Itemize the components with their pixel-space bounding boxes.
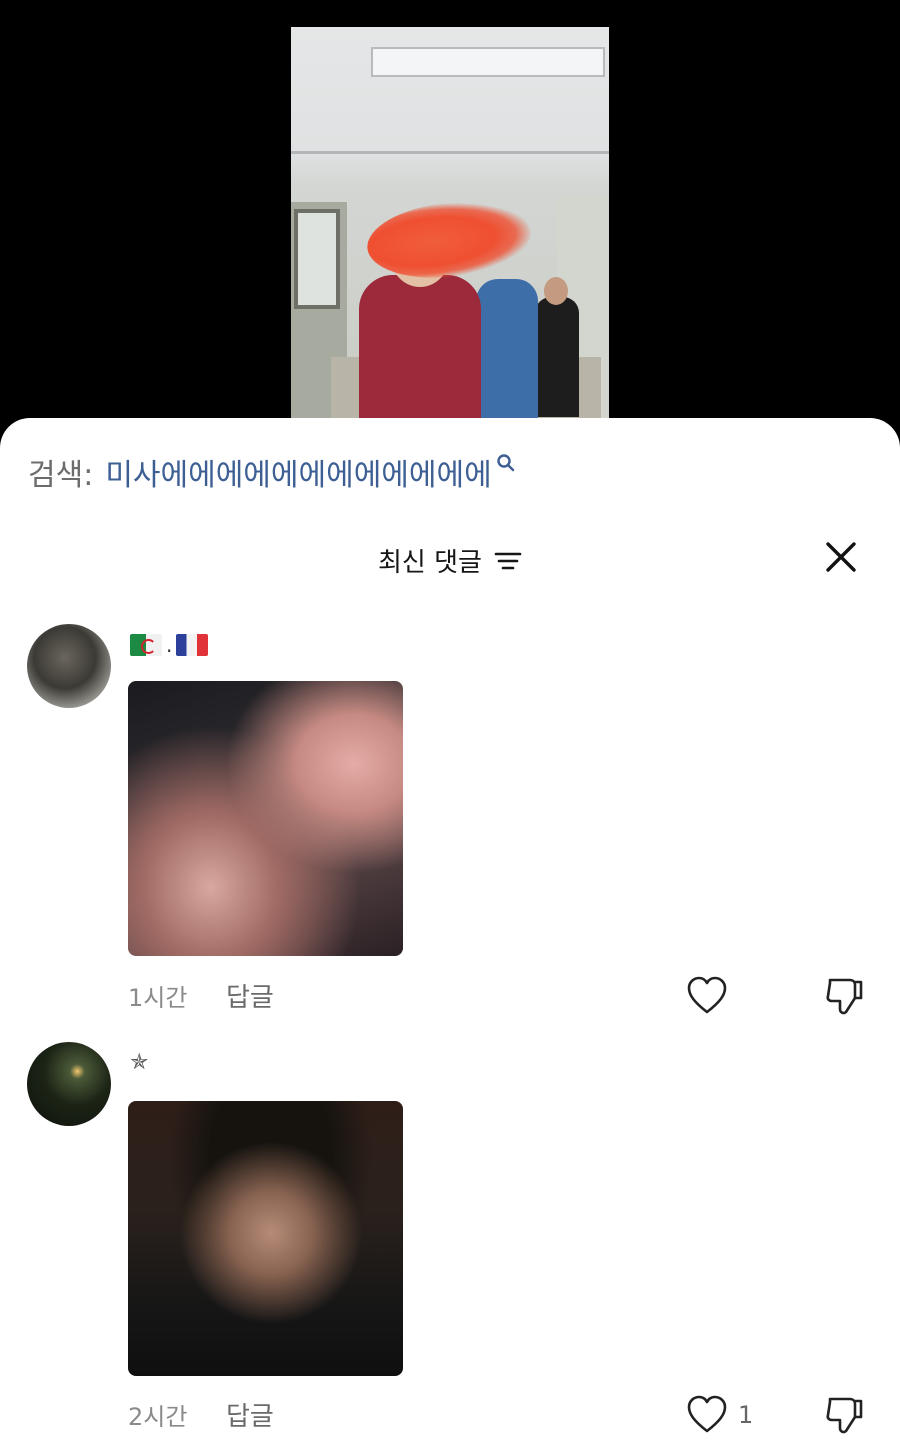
sheet-header: 최신 댓글: [0, 536, 900, 588]
heart-icon: [687, 1395, 727, 1433]
thumb-redaction-scribble: [363, 194, 535, 286]
thumbs-down-icon: [826, 1397, 863, 1434]
flag-separator: .: [166, 633, 173, 657]
avatar[interactable]: [27, 1042, 111, 1126]
heart-icon: [687, 976, 727, 1014]
france-flag-icon: [176, 634, 209, 656]
sort-lines-icon[interactable]: [494, 550, 522, 572]
thumb-window: [294, 209, 340, 309]
dislike-button[interactable]: [822, 1393, 866, 1437]
comments-sheet: 검색: 미사에에에에에에에에에에에에 최신 댓글 . 1시간 답글 ✯ 2시간 …: [0, 418, 900, 1453]
thumb-person-blue: [476, 279, 538, 422]
comment-item: . 1시간 답글: [0, 622, 900, 1022]
search-prefix: 검색:: [28, 458, 94, 493]
comment-image[interactable]: [128, 1101, 403, 1376]
comment-username[interactable]: .: [130, 632, 209, 657]
sheet-title[interactable]: 최신 댓글: [378, 542, 482, 579]
video-area[interactable]: [0, 0, 900, 430]
search-suggestion[interactable]: 검색: 미사에에에에에에에에에에에에: [28, 450, 516, 494]
reply-button[interactable]: 답글: [226, 1396, 274, 1433]
thumb-person-black: [535, 297, 579, 417]
comment-meta: 2시간 답글: [128, 1396, 274, 1432]
thumb-ceiling-light: [371, 47, 605, 77]
thumbs-down-icon: [826, 978, 863, 1015]
like-button[interactable]: [686, 974, 728, 1018]
comment-time: 1시간: [128, 983, 188, 1012]
avatar[interactable]: [27, 624, 111, 708]
comment-time: 2시간: [128, 1402, 188, 1431]
comment-username[interactable]: ✯: [130, 1050, 148, 1075]
like-button[interactable]: 1: [686, 1393, 753, 1437]
like-count: 1: [738, 1401, 754, 1429]
close-button[interactable]: [820, 536, 862, 578]
comment-image[interactable]: [128, 681, 403, 956]
thumb-ceiling: [291, 151, 609, 154]
close-x-icon: [826, 542, 856, 572]
algeria-flag-icon: [130, 634, 162, 656]
sort-toggle[interactable]: 최신 댓글: [0, 542, 900, 579]
reply-button[interactable]: 답글: [226, 977, 274, 1014]
thumb-person-head: [544, 277, 568, 305]
dislike-button[interactable]: [822, 974, 866, 1018]
comment-meta: 1시간 답글: [128, 977, 274, 1013]
thumb-person-red: [359, 275, 481, 422]
comment-item: ✯ 2시간 답글 1: [0, 1042, 900, 1452]
search-query-link[interactable]: 미사에에에에에에에에에에에에: [105, 450, 491, 494]
video-thumbnail[interactable]: [291, 27, 609, 422]
search-icon[interactable]: [496, 453, 516, 473]
